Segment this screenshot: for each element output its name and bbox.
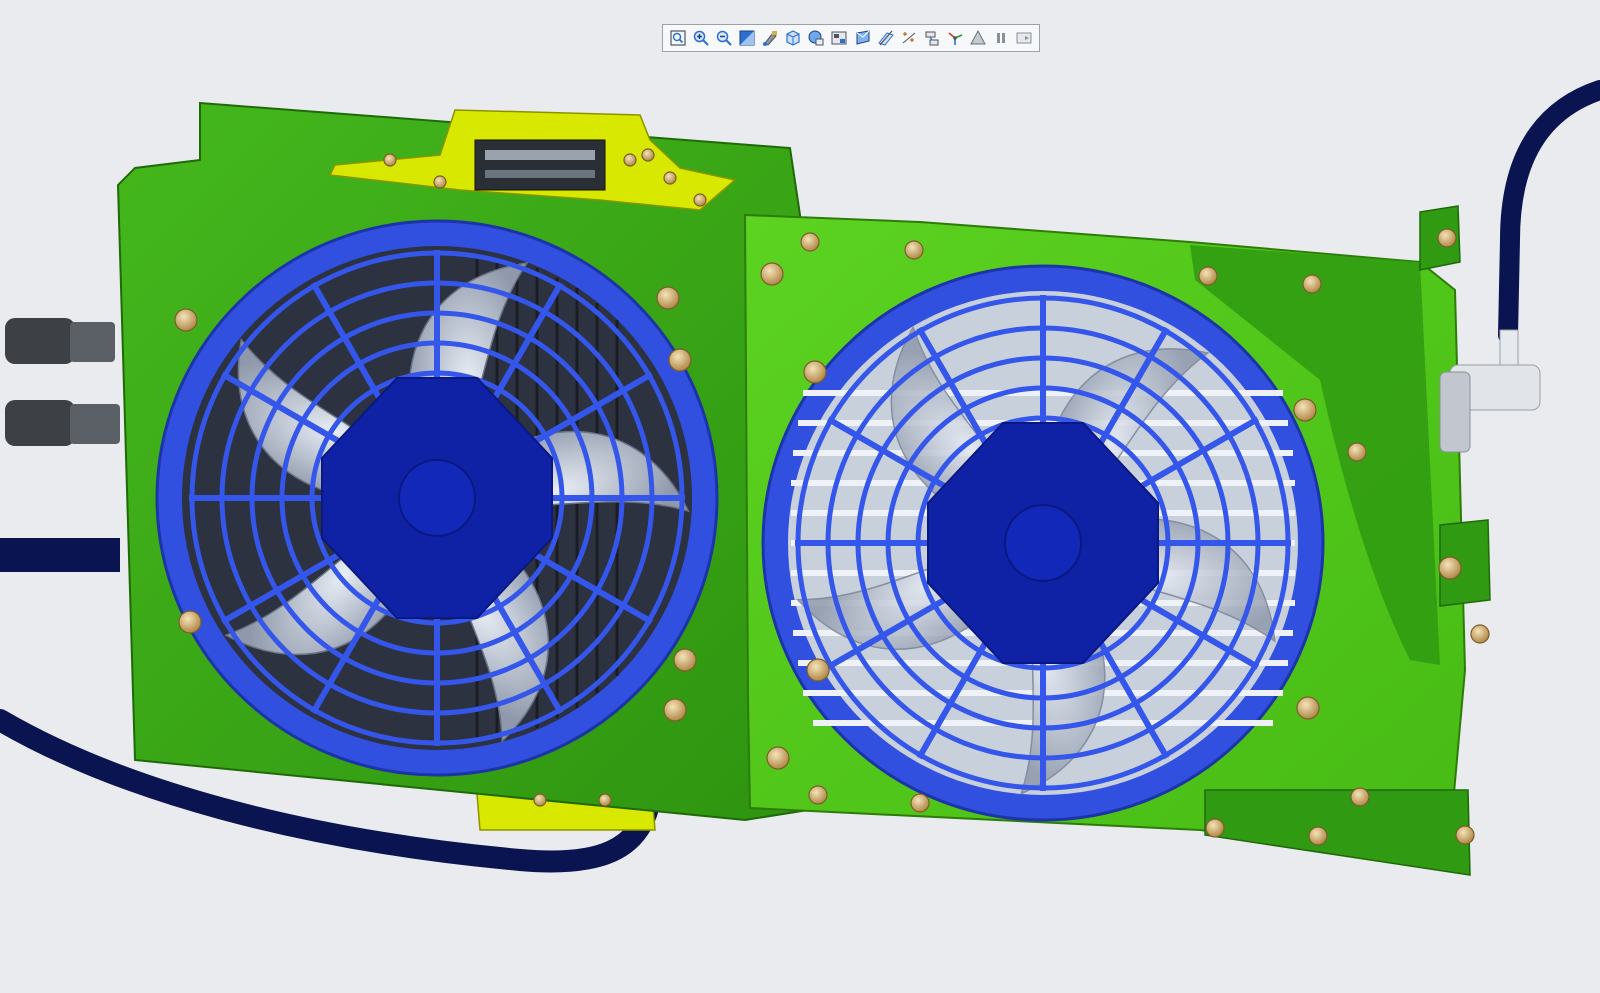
view-manager-icon[interactable] — [829, 28, 849, 48]
zoom-out-icon[interactable] — [714, 28, 734, 48]
appearance-icon[interactable] — [968, 28, 988, 48]
zoom-in-icon[interactable] — [691, 28, 711, 48]
annotation-icon[interactable] — [922, 28, 942, 48]
view-toolbar — [662, 24, 1040, 52]
bracket-slot — [474, 139, 606, 191]
repaint-icon[interactable] — [760, 28, 780, 48]
datum-display-icon[interactable] — [876, 28, 896, 48]
right-mount-tab-bottom — [1204, 789, 1471, 876]
coolant-hose-upper-right — [1498, 80, 1600, 345]
left-fan — [155, 219, 719, 777]
section-icon[interactable] — [853, 28, 873, 48]
datum-points-icon[interactable] — [899, 28, 919, 48]
3d-viewport[interactable] — [0, 0, 1600, 993]
display-style-icon[interactable] — [806, 28, 826, 48]
hose-fittings-left — [5, 318, 120, 446]
saved-views-icon[interactable] — [783, 28, 803, 48]
cooling-fan-assembly-model[interactable] — [0, 0, 1600, 993]
pause-icon[interactable] — [991, 28, 1011, 48]
spin-center-icon[interactable] — [945, 28, 965, 48]
view-orientation-icon[interactable] — [737, 28, 757, 48]
more-options-icon[interactable] — [1014, 28, 1034, 48]
zoom-fit-icon[interactable] — [668, 28, 688, 48]
right-fan — [761, 264, 1325, 822]
